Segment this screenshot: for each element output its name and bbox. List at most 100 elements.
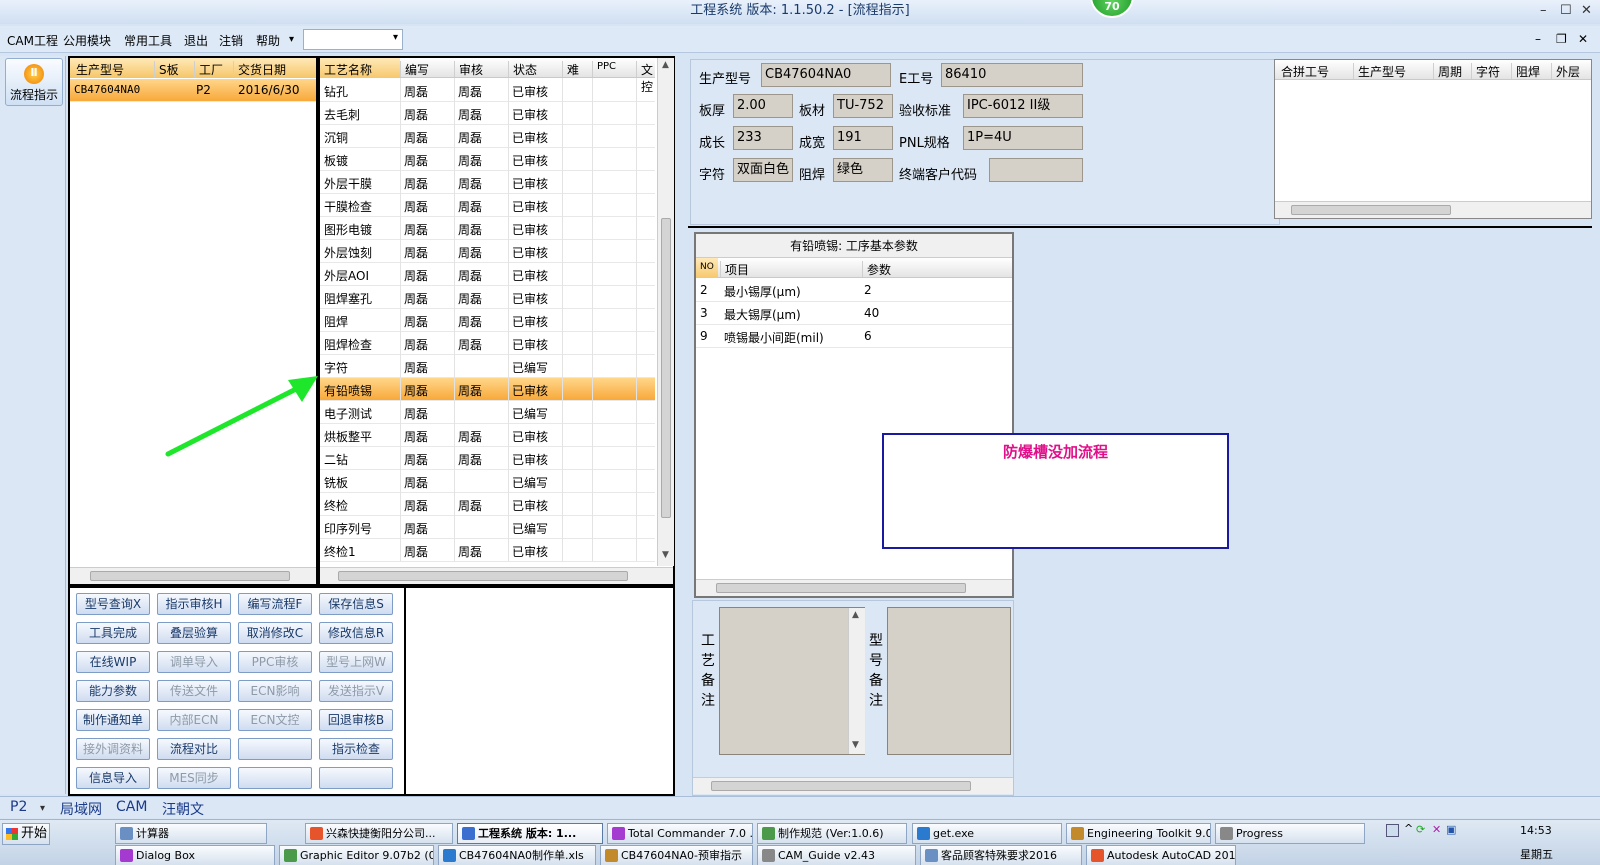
tray-x-icon[interactable]: ✕ — [1432, 823, 1441, 836]
col-header[interactable]: 字符 — [1471, 63, 1500, 79]
table-row[interactable]: 外层AOI 周磊 周磊 已审核 — [320, 263, 655, 286]
action-button-7[interactable]: 修改信息R — [319, 622, 393, 644]
task-button[interactable]: 制作规范 (Ver:1.0.6) — [757, 823, 907, 844]
tray-expand-icon[interactable]: ^ — [1404, 822, 1413, 835]
table-row[interactable]: 阻焊 周磊 周磊 已审核 — [320, 309, 655, 332]
col-header[interactable]: 审核 — [454, 61, 483, 77]
chevron-down-icon[interactable]: ▾ — [40, 803, 45, 814]
tray-monitor-icon[interactable]: ▣ — [1446, 823, 1456, 836]
mdi-restore-icon[interactable]: ❐ — [1556, 32, 1567, 46]
col-header[interactable]: 阻焊 — [1511, 63, 1540, 79]
action-button-5[interactable]: 叠层验算 — [157, 622, 231, 644]
table-row[interactable]: 印序列号 周磊 已编写 — [320, 516, 655, 539]
horizontal-scrollbar[interactable] — [693, 777, 1013, 794]
table-row[interactable]: 板镀 周磊 周磊 已审核 — [320, 148, 655, 171]
scroll-down-icon[interactable]: ▼ — [662, 550, 669, 560]
col-header[interactable]: 工厂 — [194, 61, 223, 77]
length-field[interactable]: 233 — [733, 126, 793, 150]
menu-public[interactable]: 公用模块 — [63, 32, 111, 49]
action-button-4[interactable]: 工具完成 — [76, 622, 150, 644]
status-factory[interactable]: P2 — [10, 799, 27, 815]
table-row[interactable]: 阻焊塞孔 周磊 周磊 已审核 — [320, 286, 655, 309]
eno-field[interactable]: 86410 — [941, 63, 1083, 87]
client-field[interactable] — [989, 158, 1083, 182]
action-button-25[interactable]: MES同步 — [157, 767, 231, 789]
flow-indicator-button[interactable]: 流程指示 — [5, 58, 63, 106]
col-header[interactable]: 周期 — [1433, 63, 1462, 79]
task-button[interactable]: 工程系统 版本: 1... — [457, 823, 603, 844]
action-button-15[interactable]: 发送指示V — [319, 680, 393, 702]
table-row[interactable]: 去毛刺 周磊 周磊 已审核 — [320, 102, 655, 125]
col-header[interactable]: PPC — [592, 61, 616, 77]
maximize-icon[interactable]: ☐ — [1560, 0, 1572, 22]
table-row[interactable]: 有铅喷锡 周磊 周磊 已审核 — [320, 378, 655, 401]
mdi-minimize-icon[interactable]: – — [1535, 32, 1541, 46]
model-field[interactable]: CB47604NA0 — [761, 63, 891, 87]
action-button-9[interactable]: 调单导入 — [157, 651, 231, 673]
scroll-up-icon[interactable]: ▲ — [662, 60, 669, 70]
task-button[interactable]: Total Commander 7.0 ... — [607, 823, 753, 844]
table-row[interactable]: 字符 周磊 已编写 — [320, 355, 655, 378]
col-header[interactable]: 合拼工号 — [1277, 63, 1329, 79]
col-header[interactable]: 生产型号 — [72, 61, 124, 77]
action-button-8[interactable]: 在线WIP — [76, 651, 150, 673]
action-button-17[interactable]: 内部ECN — [157, 709, 231, 731]
action-button-27[interactable] — [319, 767, 393, 789]
minimize-icon[interactable]: – — [1540, 0, 1547, 22]
action-button-23[interactable]: 指示检查 — [319, 738, 393, 760]
mdi-close-icon[interactable]: ✕ — [1578, 32, 1588, 46]
scroll-thumb[interactable] — [1291, 205, 1451, 215]
scroll-thumb[interactable] — [661, 218, 671, 518]
col-header[interactable]: S板 — [154, 61, 179, 77]
col-header[interactable]: 难 — [562, 61, 579, 77]
model-remarks-textarea[interactable] — [887, 607, 1011, 755]
action-button-22[interactable] — [238, 738, 312, 760]
scroll-thumb[interactable] — [716, 583, 966, 593]
process-remarks-textarea[interactable]: ▲ ▼ — [719, 607, 865, 755]
table-row[interactable]: 终检 周磊 周磊 已审核 — [320, 493, 655, 516]
tray-sync-icon[interactable]: ⟳ — [1416, 823, 1425, 836]
action-button-0[interactable]: 型号查询X — [76, 593, 150, 615]
task-button[interactable]: Dialog Box — [115, 845, 275, 865]
menu-tools[interactable]: 常用工具 — [124, 32, 172, 49]
col-header[interactable]: 项目 — [720, 261, 749, 277]
menu-exit[interactable]: 退出 — [184, 32, 208, 49]
task-button[interactable]: 计算器 — [115, 823, 267, 844]
menu-cam[interactable]: CAM工程 — [7, 32, 58, 49]
action-button-24[interactable]: 信息导入 — [76, 767, 150, 789]
thickness-field[interactable]: 2.00 — [733, 94, 793, 118]
horizontal-scrollbar[interactable] — [696, 579, 1012, 596]
scroll-up-icon[interactable]: ▲ — [852, 610, 859, 620]
table-row[interactable]: 2 最小锡厚(μm) 2 — [696, 279, 1012, 302]
action-button-21[interactable]: 流程对比 — [157, 738, 231, 760]
task-button[interactable]: 兴森快捷衡阳分公司... — [305, 823, 453, 844]
action-button-3[interactable]: 保存信息S — [319, 593, 393, 615]
chevron-down-icon[interactable]: ▾ — [289, 34, 294, 45]
col-header[interactable]: 外层 — [1551, 63, 1580, 79]
table-row[interactable]: 图形电镀 周磊 周磊 已审核 — [320, 217, 655, 240]
start-button[interactable]: 开始 — [2, 823, 50, 845]
col-header[interactable]: 文控 — [636, 61, 655, 94]
task-button[interactable]: Progress — [1215, 823, 1365, 844]
table-row[interactable]: 沉铜 周磊 周磊 已审核 — [320, 125, 655, 148]
col-header[interactable]: NO — [696, 258, 718, 278]
horizontal-scrollbar[interactable] — [70, 567, 316, 584]
char-field[interactable]: 双面白色 — [733, 158, 793, 182]
action-button-14[interactable]: ECN影响 — [238, 680, 312, 702]
chevron-down-icon[interactable]: ▾ — [393, 32, 398, 43]
action-button-26[interactable] — [238, 767, 312, 789]
scroll-down-icon[interactable]: ▼ — [852, 740, 859, 750]
table-row[interactable]: 外层干膜 周磊 周磊 已审核 — [320, 171, 655, 194]
col-header[interactable]: 状态 — [508, 61, 537, 77]
action-button-11[interactable]: 型号上网W — [319, 651, 393, 673]
vertical-scrollbar[interactable]: ▲ ▼ — [657, 58, 674, 566]
col-header[interactable]: 编写 — [400, 61, 429, 77]
table-row[interactable]: 二钻 周磊 周磊 已审核 — [320, 447, 655, 470]
col-header[interactable]: 交货日期 — [233, 61, 286, 77]
action-button-2[interactable]: 编写流程F — [238, 593, 312, 615]
scroll-thumb[interactable] — [338, 571, 628, 581]
material-field[interactable]: TU-752 — [833, 94, 893, 118]
col-header[interactable]: 生产型号 — [1353, 63, 1406, 79]
task-button[interactable]: 客品顾客特殊要求2016 — [920, 845, 1082, 865]
horizontal-scrollbar[interactable] — [320, 567, 673, 584]
